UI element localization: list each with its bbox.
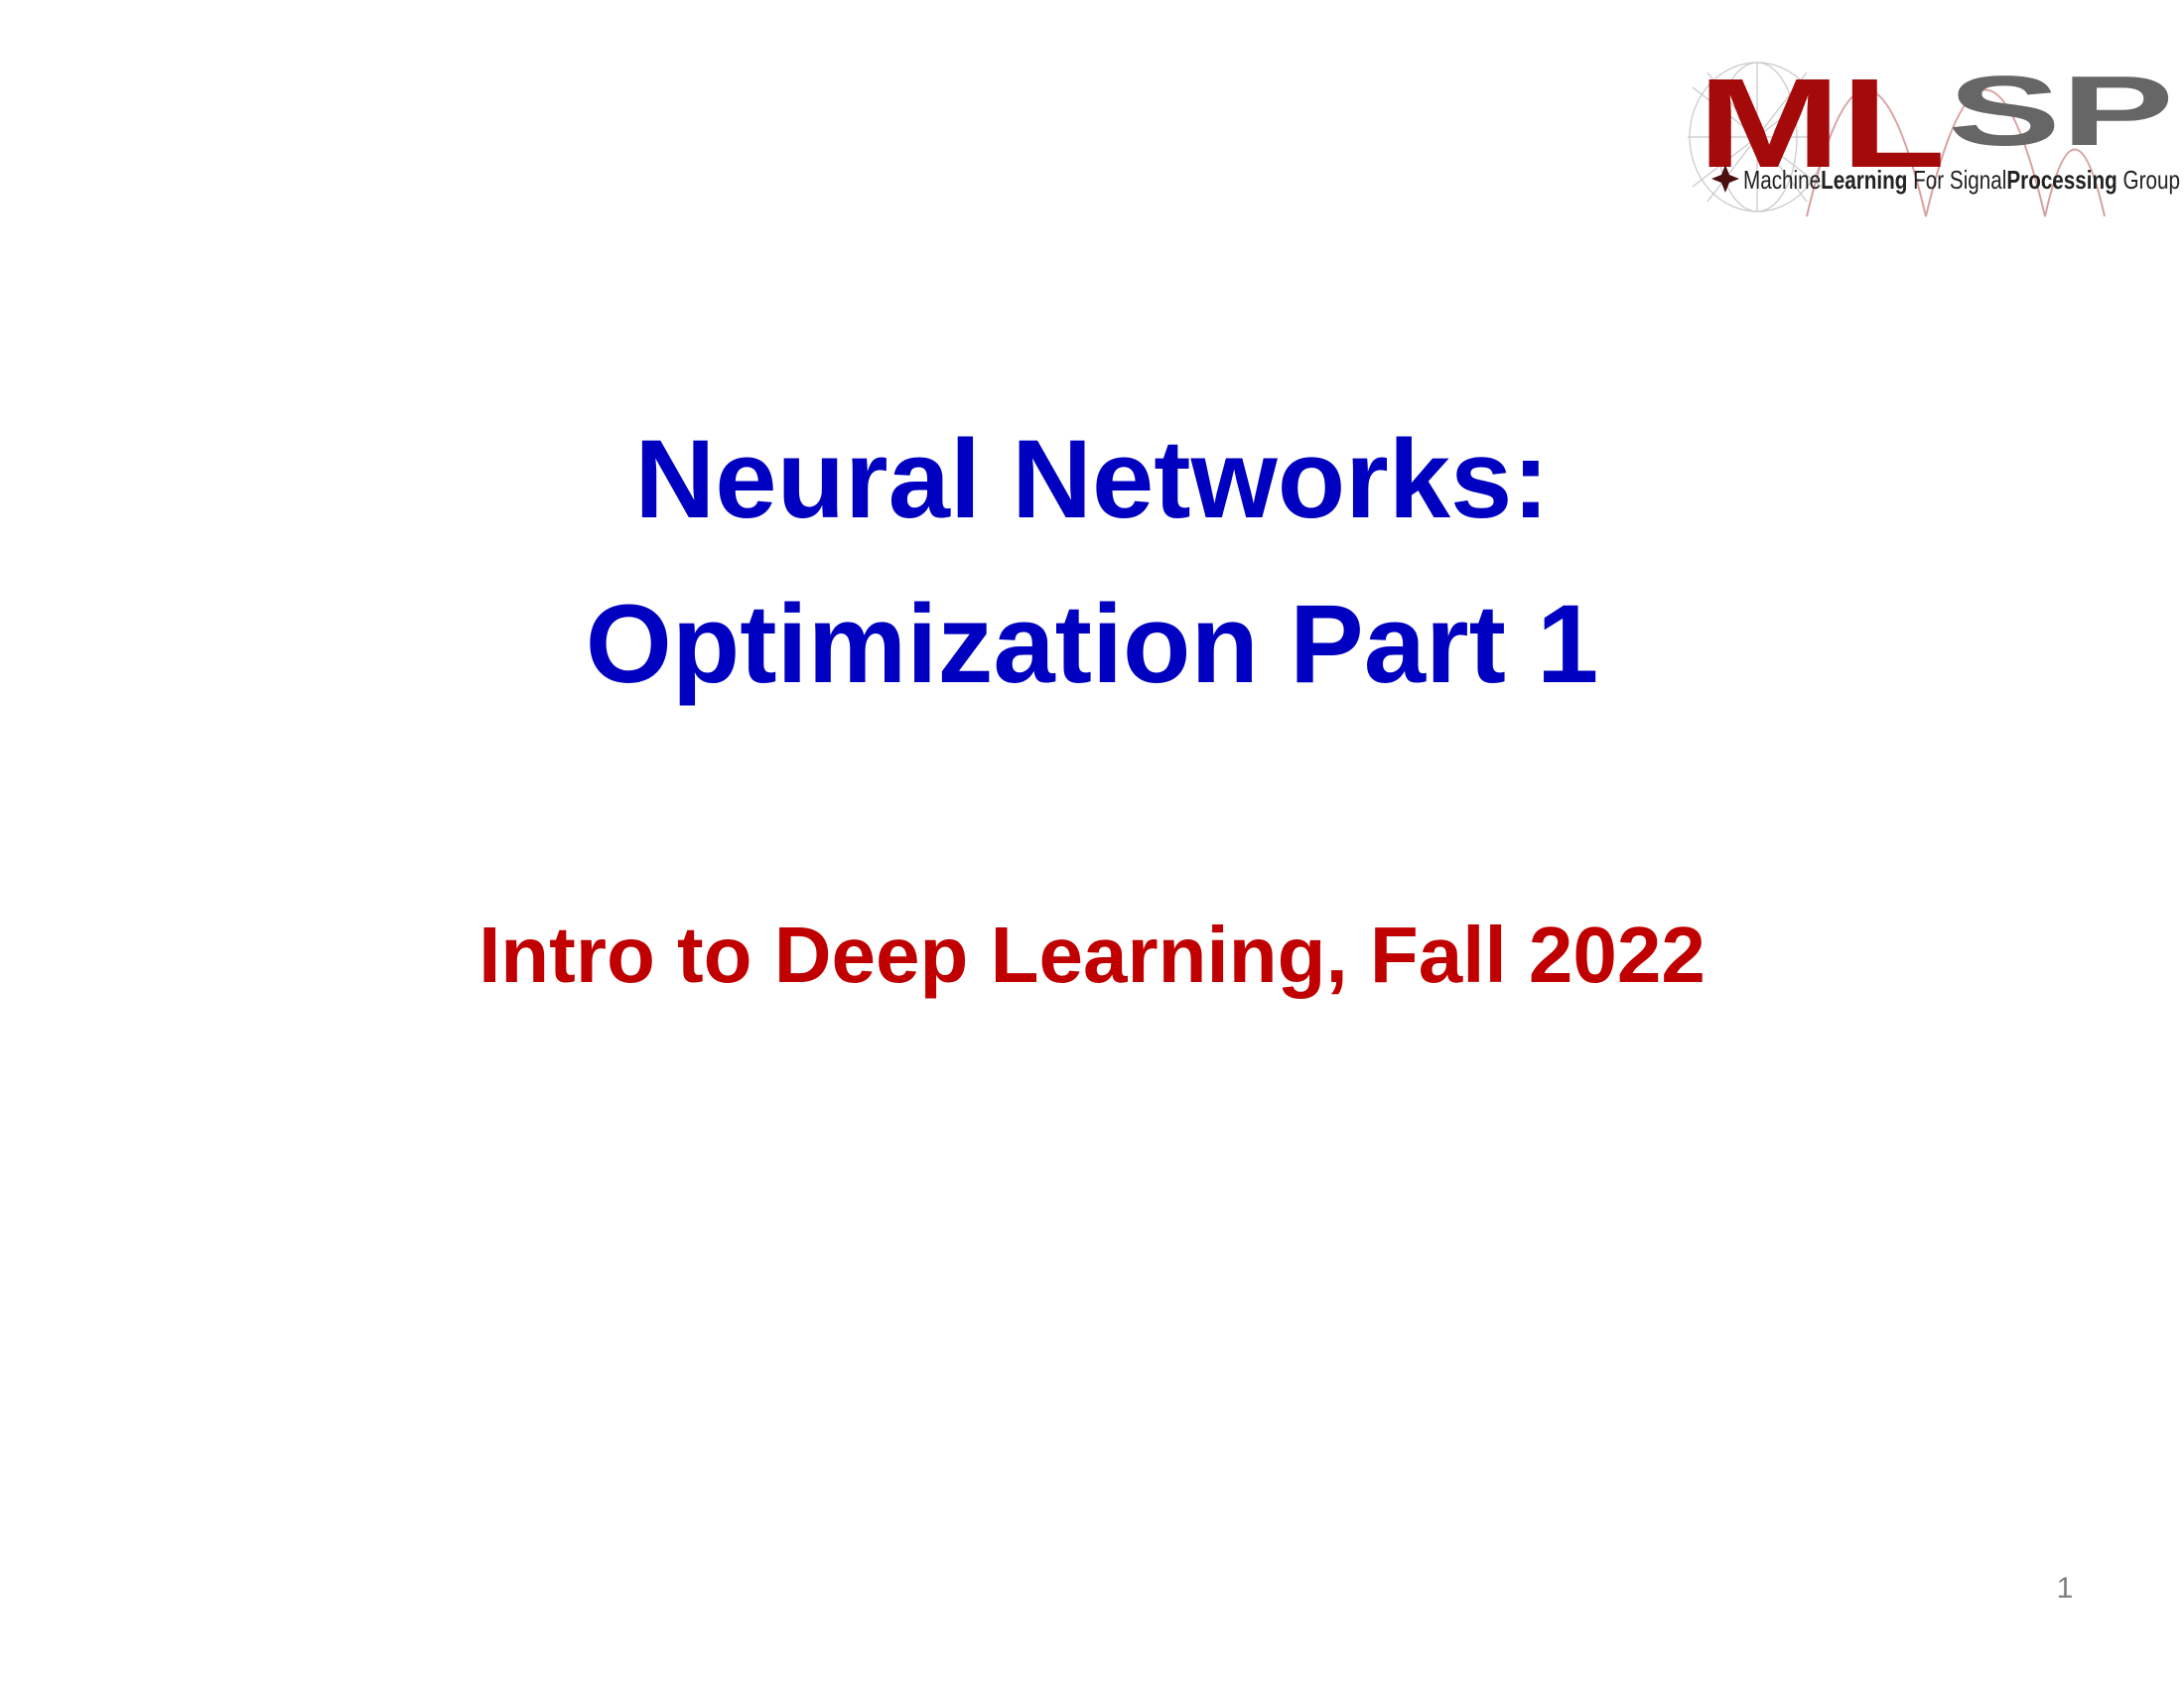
page-number: 1 — [2056, 1572, 2074, 1605]
logo-tagline-signal: Signal — [1950, 165, 2006, 195]
slide: ML SP MachineLearning For SignalProcessi… — [0, 0, 2184, 1688]
logo-tagline-machine: Machine — [1743, 165, 1821, 195]
slide-subtitle: Intro to Deep Learning, Fall 2022 — [478, 911, 1706, 999]
logo-tagline-for: For — [1907, 165, 1949, 195]
logo-tagline-processing: Processing — [2006, 165, 2116, 195]
mlsp-logo: ML SP MachineLearning For SignalProcessi… — [1688, 28, 2184, 236]
logo-tagline-group: Group — [2117, 165, 2180, 195]
logo-tagline: MachineLearning For SignalProcessing Gro… — [1743, 165, 2180, 195]
logo-sp-text: SP — [1948, 56, 2174, 167]
slide-title-line-2: Optimization Part 1 — [585, 582, 1599, 706]
mlsp-logo-graphic: ML SP MachineLearning For SignalProcessi… — [1688, 53, 2180, 217]
slide-title: Neural Networks: Optimization Part 1 — [0, 397, 2184, 727]
logo-tagline-learning: Learning — [1821, 165, 1907, 195]
slide-title-line-1: Neural Networks: — [634, 417, 1550, 541]
